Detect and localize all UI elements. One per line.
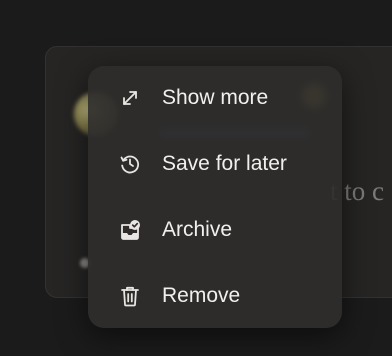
screen: t to c Show more Save for later Archive … [0, 0, 392, 356]
context-menu: Show more Save for later Archive Remove [88, 66, 342, 328]
show-more-label: Show more [162, 86, 269, 109]
clock-history-icon [118, 152, 142, 176]
remove-label: Remove [162, 284, 241, 307]
archive-box-check-icon [118, 218, 142, 242]
save-for-later-menu-item[interactable]: Save for later [88, 134, 342, 194]
show-more-menu-item[interactable]: Show more [88, 68, 342, 128]
trash-icon [118, 284, 142, 308]
save-for-later-label: Save for later [162, 152, 287, 175]
expand-arrows-icon [118, 86, 142, 110]
remove-menu-item[interactable]: Remove [88, 266, 342, 326]
archive-menu-item[interactable]: Archive [88, 200, 342, 260]
archive-label: Archive [162, 218, 233, 241]
